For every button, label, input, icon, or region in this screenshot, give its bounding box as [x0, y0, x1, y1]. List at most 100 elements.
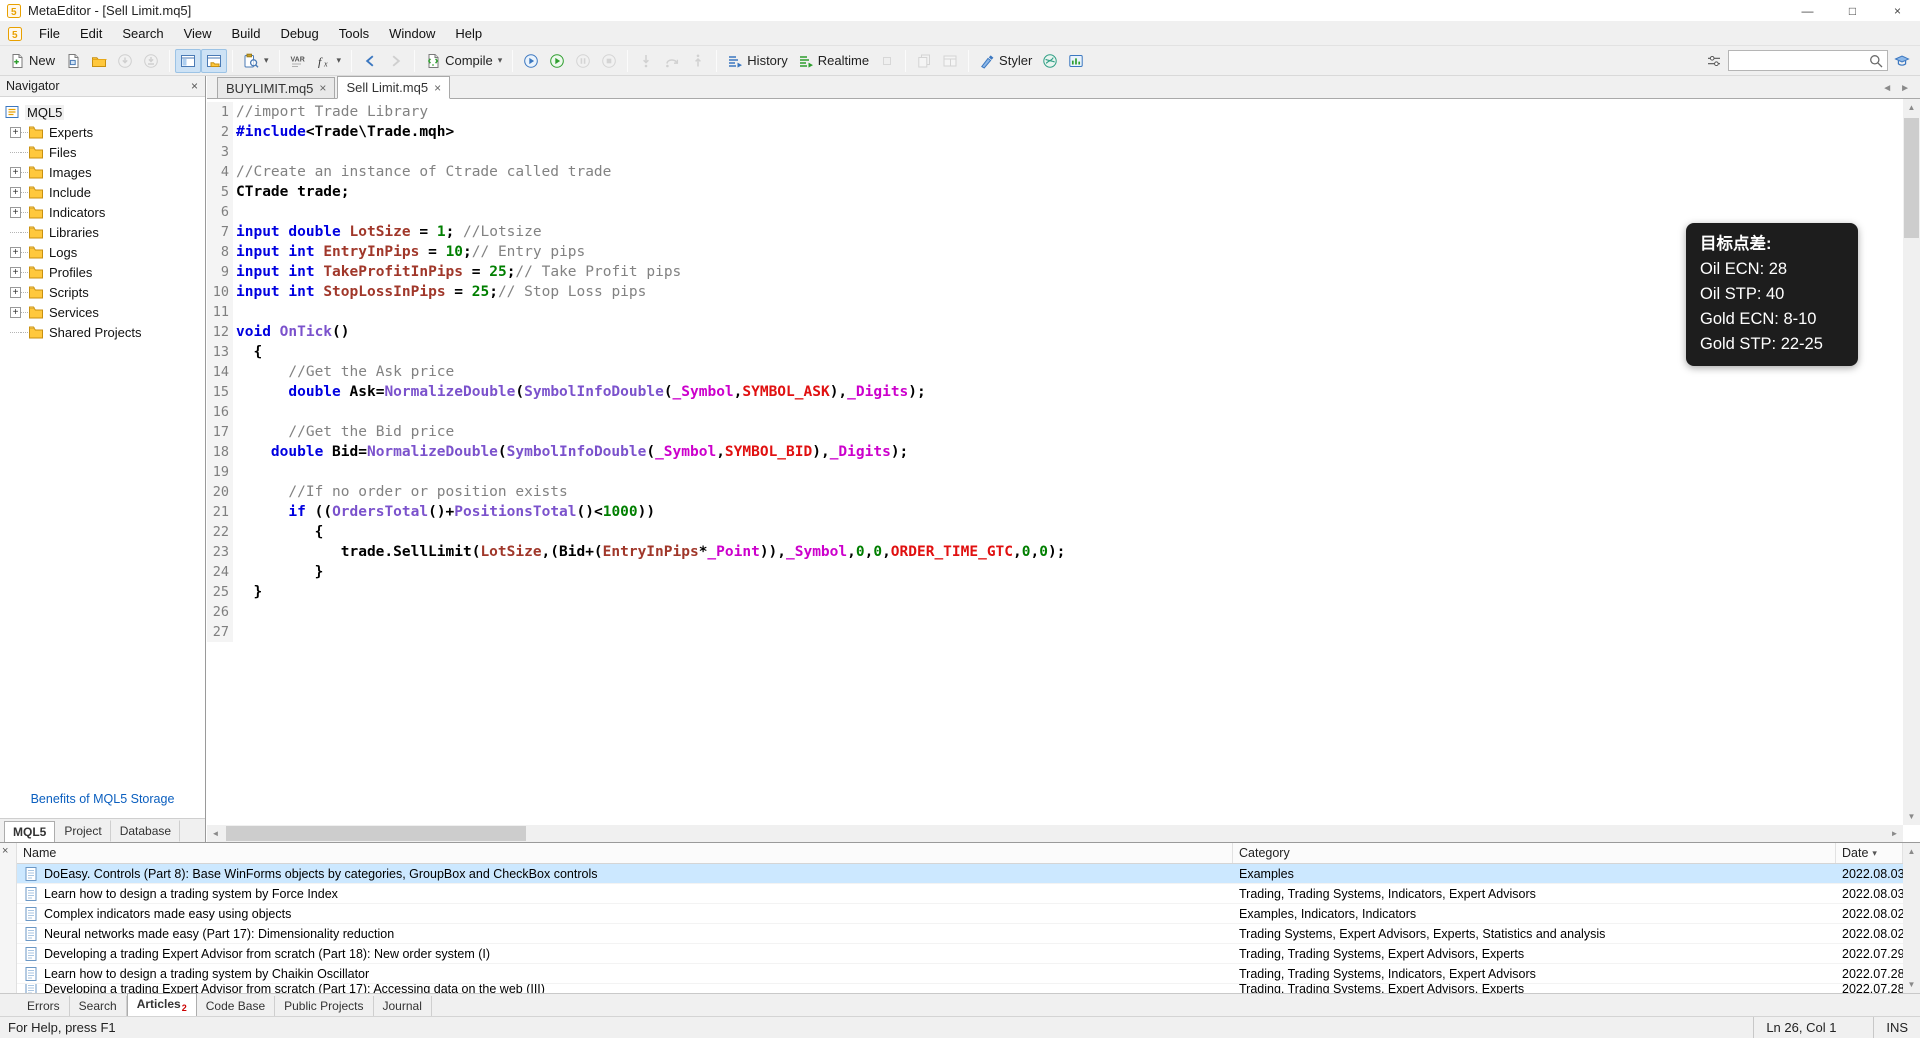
toolbar-toggle-toolbox-button[interactable] [201, 49, 227, 73]
code-line-3[interactable]: 3 [207, 142, 1903, 162]
dropdown-icon[interactable]: ▾ [498, 55, 503, 66]
file-tab-sell-limit-mq5[interactable]: Sell Limit.mq5× [337, 76, 450, 99]
maximize-button[interactable]: □ [1830, 0, 1875, 21]
tree-item-include[interactable]: +Include [0, 182, 205, 202]
tab-scroll-right-icon[interactable]: ► [1900, 83, 1910, 94]
toolbar-debug-realtime-button[interactable] [518, 49, 544, 73]
expand-icon[interactable]: + [10, 287, 21, 298]
toolbar-new-file-button[interactable]: New [4, 49, 60, 73]
scroll-down-icon[interactable]: ▼ [1903, 976, 1920, 993]
article-row[interactable]: Developing a trading Expert Advisor from… [17, 984, 1903, 993]
menu-file[interactable]: File [29, 26, 70, 41]
expand-icon[interactable]: + [10, 267, 21, 278]
toolbar-toggle-navigator-button[interactable] [175, 49, 201, 73]
code-line-23[interactable]: 23 trade.SellLimit(LotSize,(Bid+(EntryIn… [207, 542, 1903, 562]
minimize-button[interactable]: — [1785, 0, 1830, 21]
tab-scroll-left-icon[interactable]: ◄ [1882, 83, 1892, 94]
code-line-1[interactable]: 1//import Trade Library [207, 102, 1903, 122]
navigator-close-icon[interactable]: × [188, 79, 201, 93]
code-line-24[interactable]: 24 } [207, 562, 1903, 582]
insert-mode-indicator[interactable]: INS [1873, 1017, 1920, 1038]
tree-item-images[interactable]: +Images [0, 162, 205, 182]
tree-item-logs[interactable]: +Logs [0, 242, 205, 262]
navigator-tab-database[interactable]: Database [111, 820, 180, 842]
learn-icon[interactable] [1894, 53, 1910, 69]
toolbar-virtual-hosting-button[interactable] [1063, 49, 1089, 73]
toolbox-tab-articles[interactable]: Articles2 [127, 993, 197, 1016]
menu-window[interactable]: Window [379, 26, 445, 41]
toolbar-styler-button[interactable]: Styler [974, 49, 1037, 73]
search-input[interactable] [1732, 53, 1868, 69]
article-row[interactable]: DoEasy. Controls (Part 8): Base WinForms… [17, 864, 1903, 884]
file-tab-buylimit-mq5[interactable]: BUYLIMIT.mq5× [217, 77, 335, 98]
tab-close-icon[interactable]: × [319, 81, 326, 95]
editor-horizontal-scrollbar[interactable]: ◄ ► [207, 825, 1903, 842]
menu-edit[interactable]: Edit [70, 26, 112, 41]
tree-item-services[interactable]: +Services [0, 302, 205, 322]
menu-search[interactable]: Search [112, 26, 173, 41]
code-line-13[interactable]: 13 { [207, 342, 1903, 362]
tree-item-mql5[interactable]: MQL5 [0, 102, 205, 122]
tree-item-scripts[interactable]: +Scripts [0, 282, 205, 302]
code-line-19[interactable]: 19 [207, 462, 1903, 482]
toolbar-options-icon[interactable] [1706, 53, 1722, 69]
toolbar-profile-realtime-button[interactable]: Realtime [793, 49, 874, 73]
code-editor[interactable]: 1//import Trade Library2#include<Trade\T… [207, 99, 1903, 825]
menu-debug[interactable]: Debug [270, 26, 328, 41]
code-line-16[interactable]: 16 [207, 402, 1903, 422]
code-line-9[interactable]: 9input int TakeProfitInPips = 25;// Take… [207, 262, 1903, 282]
scroll-up-icon[interactable]: ▲ [1903, 99, 1920, 116]
tree-item-libraries[interactable]: Libraries [0, 222, 205, 242]
scroll-right-icon[interactable]: ► [1886, 825, 1903, 842]
navigator-tab-project[interactable]: Project [55, 820, 110, 842]
menu-view[interactable]: View [174, 26, 222, 41]
code-line-18[interactable]: 18 double Bid=NormalizeDouble(SymbolInfo… [207, 442, 1903, 462]
article-row[interactable]: Complex indicators made easy using objec… [17, 904, 1903, 924]
expand-icon[interactable]: + [10, 187, 21, 198]
toolbar-profile-history-button[interactable]: History [722, 49, 792, 73]
toolbar-search-replace-button[interactable]: ▾ [238, 49, 274, 73]
dropdown-icon[interactable]: ▾ [337, 55, 342, 66]
toolbar-compile-button[interactable]: Compile▾ [420, 49, 507, 73]
scroll-left-icon[interactable]: ◄ [207, 825, 224, 842]
code-line-2[interactable]: 2#include<Trade\Trade.mqh> [207, 122, 1903, 142]
toolbox-tab-code-base[interactable]: Code Base [197, 996, 275, 1016]
tab-close-icon[interactable]: × [434, 81, 441, 95]
toolbar-open-folder-button[interactable] [86, 49, 112, 73]
code-line-26[interactable]: 26 [207, 602, 1903, 622]
article-row[interactable]: Developing a trading Expert Advisor from… [17, 944, 1903, 964]
article-row[interactable]: Neural networks made easy (Part 17): Dim… [17, 924, 1903, 944]
code-line-20[interactable]: 20 //If no order or position exists [207, 482, 1903, 502]
toolbox-tab-journal[interactable]: Journal [374, 996, 432, 1016]
scroll-up-icon[interactable]: ▲ [1903, 843, 1920, 860]
mql5-storage-link[interactable]: Benefits of MQL5 Storage [0, 792, 205, 806]
toolbar-insert-var-button[interactable]: VAR [285, 49, 311, 73]
code-line-7[interactable]: 7input double LotSize = 1; //Lotsize [207, 222, 1903, 242]
tree-item-files[interactable]: Files [0, 142, 205, 162]
tree-item-profiles[interactable]: +Profiles [0, 262, 205, 282]
code-line-14[interactable]: 14 //Get the Ask price [207, 362, 1903, 382]
menu-help[interactable]: Help [445, 26, 492, 41]
expand-icon[interactable]: + [10, 207, 21, 218]
column-header-date[interactable]: Date▾ [1836, 843, 1903, 863]
toolbar-mql5-community-button[interactable] [1037, 49, 1063, 73]
code-line-25[interactable]: 25 } [207, 582, 1903, 602]
expand-icon[interactable]: + [10, 167, 21, 178]
expand-icon[interactable]: + [10, 307, 21, 318]
toolbar-debug-history-button[interactable] [544, 49, 570, 73]
tree-item-indicators[interactable]: +Indicators [0, 202, 205, 222]
expand-icon[interactable]: + [10, 127, 21, 138]
toolbox-tab-errors[interactable]: Errors [18, 996, 70, 1016]
menu-tools[interactable]: Tools [329, 26, 379, 41]
menu-build[interactable]: Build [222, 26, 271, 41]
toolbar-insert-function-button[interactable]: fx▾ [311, 49, 347, 73]
toolbar-new-project-button[interactable] [60, 49, 86, 73]
code-line-12[interactable]: 12void OnTick() [207, 322, 1903, 342]
column-header-category[interactable]: Category [1233, 843, 1836, 863]
tree-item-shared-projects[interactable]: Shared Projects [0, 322, 205, 342]
toolbox-close-icon[interactable]: × [2, 845, 8, 857]
toolbox-vertical-scrollbar[interactable]: ▲ ▼ [1903, 843, 1920, 993]
code-line-27[interactable]: 27 [207, 622, 1903, 642]
code-line-4[interactable]: 4//Create an instance of Ctrade called t… [207, 162, 1903, 182]
dropdown-icon[interactable]: ▾ [264, 55, 269, 66]
